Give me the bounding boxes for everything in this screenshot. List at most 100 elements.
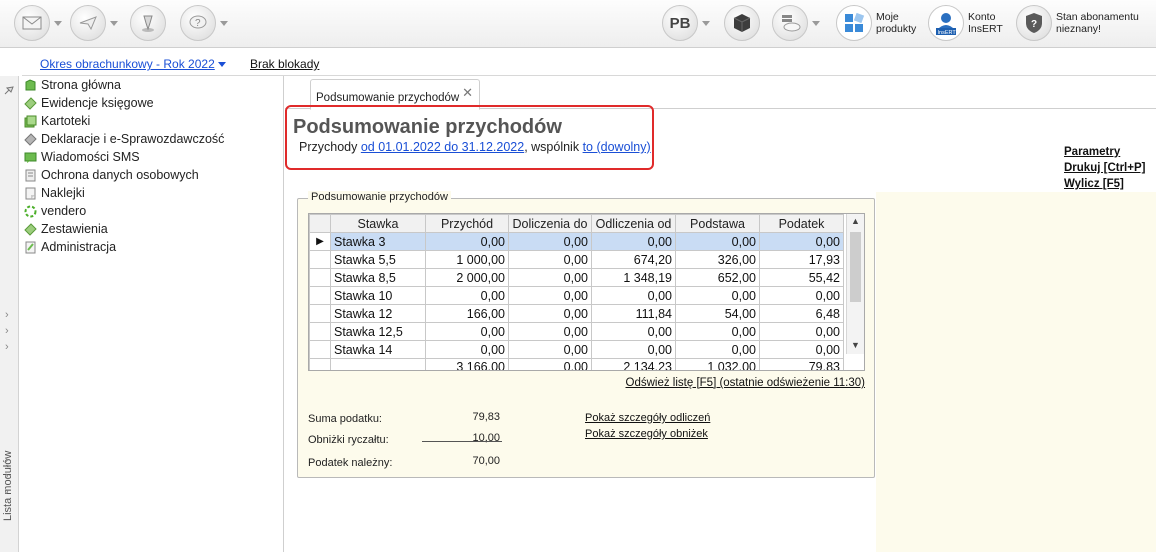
- table-cell[interactable]: 652,00: [675, 268, 760, 287]
- parametry-link[interactable]: Parametry: [1064, 144, 1145, 160]
- table-cell[interactable]: Stawka 10: [330, 286, 426, 305]
- row-indicator[interactable]: [309, 304, 331, 323]
- table-cell[interactable]: 0,00: [508, 250, 592, 269]
- scroll-up-icon[interactable]: ▲: [851, 216, 860, 226]
- date-range-link[interactable]: od 01.01.2022 do 31.12.2022: [361, 140, 524, 154]
- table-cell[interactable]: 55,42: [759, 268, 844, 287]
- nav-item-kartoteki[interactable]: Kartoteki: [24, 112, 90, 130]
- table-cell[interactable]: 0,00: [591, 232, 676, 251]
- table-cell[interactable]: 0,00: [425, 322, 509, 341]
- table-cell[interactable]: 0,00: [759, 232, 844, 251]
- nav-item-ochrona[interactable]: Ochrona danych osobowych: [24, 166, 199, 184]
- table-cell[interactable]: 0,00: [675, 322, 760, 341]
- pin-button[interactable]: [130, 5, 166, 41]
- chevron-right-icon[interactable]: ›: [5, 454, 9, 466]
- table-cell[interactable]: 0,00: [759, 286, 844, 305]
- pin-icon[interactable]: [4, 84, 15, 98]
- table-row[interactable]: Stawka 10 0,00 0,00 0,00 0,00 0,00: [309, 286, 844, 305]
- period-selector[interactable]: Okres obrachunkowy - Rok 2022: [40, 57, 226, 71]
- column-header[interactable]: Stawka: [330, 214, 426, 233]
- summary-grid[interactable]: Stawka Przychód Doliczenia do Odliczenia…: [308, 213, 865, 371]
- column-header[interactable]: Odliczenia od: [591, 214, 676, 233]
- table-cell[interactable]: 6,48: [759, 304, 844, 323]
- table-cell[interactable]: 0,00: [508, 322, 592, 341]
- table-cell[interactable]: 0,00: [508, 340, 592, 359]
- column-header[interactable]: Podstawa: [675, 214, 760, 233]
- table-row[interactable]: Stawka 12 166,00 0,00 111,84 54,00 6,48: [309, 304, 844, 323]
- table-cell[interactable]: 0,00: [759, 340, 844, 359]
- table-cell[interactable]: Stawka 3: [330, 232, 426, 251]
- table-cell[interactable]: 0,00: [508, 304, 592, 323]
- table-cell[interactable]: 0,00: [425, 340, 509, 359]
- refresh-list-link[interactable]: Odśwież listę [F5] (ostatnie odświeżenie…: [626, 377, 865, 389]
- scrollbar-thumb[interactable]: [850, 232, 861, 302]
- table-cell[interactable]: 0,00: [591, 286, 676, 305]
- table-cell[interactable]: 0,00: [591, 322, 676, 341]
- chevron-right-icon[interactable]: ›: [5, 341, 9, 353]
- table-cell[interactable]: 17,93: [759, 250, 844, 269]
- close-icon[interactable]: ✕: [462, 85, 473, 101]
- nav-item-sms[interactable]: Wiadomości SMS: [24, 148, 140, 166]
- table-cell[interactable]: 166,00: [425, 304, 509, 323]
- nav-item-strona-glowna[interactable]: Strona główna: [24, 76, 121, 94]
- table-cell[interactable]: Stawka 12,5: [330, 322, 426, 341]
- row-indicator[interactable]: [309, 340, 331, 359]
- vertical-scrollbar[interactable]: ▲ ▼: [846, 214, 864, 354]
- chevron-right-icon[interactable]: ›: [5, 325, 9, 337]
- table-cell[interactable]: 0,00: [508, 286, 592, 305]
- table-row[interactable]: ▶ Stawka 3 0,00 0,00 0,00 0,00 0,00: [309, 232, 844, 251]
- table-cell[interactable]: 0,00: [675, 286, 760, 305]
- column-header[interactable]: Podatek: [759, 214, 844, 233]
- table-cell[interactable]: 0,00: [675, 232, 760, 251]
- scroll-down-icon[interactable]: ▼: [851, 340, 860, 350]
- konto-insert-button[interactable]: InsERT Konto InsERT: [928, 5, 1003, 41]
- table-cell[interactable]: 0,00: [591, 340, 676, 359]
- row-indicator[interactable]: [309, 322, 331, 341]
- nav-item-deklaracje[interactable]: Deklaracje i e-Sprawozdawczość: [24, 130, 224, 148]
- mail-button[interactable]: [14, 5, 62, 41]
- chevron-right-icon[interactable]: ›: [5, 486, 9, 498]
- table-cell[interactable]: Stawka 8,5: [330, 268, 426, 287]
- table-cell[interactable]: 0,00: [425, 286, 509, 305]
- table-row[interactable]: Stawka 5,5 1 000,00 0,00 674,20 326,00 17,93: [309, 250, 844, 269]
- table-cell[interactable]: 54,00: [675, 304, 760, 323]
- lock-status-link[interactable]: Brak blokady: [250, 57, 319, 71]
- drukuj-link[interactable]: Drukuj [Ctrl+P]: [1064, 160, 1145, 176]
- show-reductions-link[interactable]: Pokaż szczegóły obniżek: [585, 428, 708, 440]
- column-header[interactable]: Doliczenia do: [508, 214, 592, 233]
- box-button[interactable]: [724, 5, 760, 41]
- table-cell[interactable]: 2 000,00: [425, 268, 509, 287]
- table-cell[interactable]: 1 000,00: [425, 250, 509, 269]
- product-logo-button[interactable]: PB: [662, 5, 710, 41]
- nav-item-administracja[interactable]: Administracja: [24, 238, 116, 256]
- table-cell[interactable]: 0,00: [508, 268, 592, 287]
- subscription-status-button[interactable]: ? Stan abonamentu nieznany!: [1016, 5, 1139, 41]
- module-list-strip[interactable]: › › › Lista modułów › › ›: [0, 76, 19, 552]
- table-cell[interactable]: 0,00: [508, 232, 592, 251]
- row-indicator[interactable]: [309, 250, 331, 269]
- chevron-right-icon[interactable]: ›: [5, 470, 9, 482]
- wylicz-link[interactable]: Wylicz [F5]: [1064, 176, 1145, 192]
- table-cell[interactable]: 1 348,19: [591, 268, 676, 287]
- cloud-button[interactable]: [772, 5, 820, 41]
- table-cell[interactable]: 0,00: [759, 322, 844, 341]
- nav-item-zestawienia[interactable]: Zestawienia: [24, 220, 108, 238]
- show-deductions-link[interactable]: Pokaż szczegóły odliczeń: [585, 412, 710, 424]
- partner-link[interactable]: to (dowolny): [583, 140, 651, 154]
- nav-item-naklejki[interactable]: Naklejki: [24, 184, 85, 202]
- chevron-right-icon[interactable]: ›: [5, 309, 9, 321]
- table-cell[interactable]: 0,00: [425, 232, 509, 251]
- table-row[interactable]: Stawka 14 0,00 0,00 0,00 0,00 0,00: [309, 340, 844, 359]
- send-button[interactable]: [70, 5, 118, 41]
- table-cell[interactable]: Stawka 5,5: [330, 250, 426, 269]
- moje-produkty-button[interactable]: Moje produkty: [836, 5, 916, 41]
- column-header[interactable]: Przychód: [425, 214, 509, 233]
- table-cell[interactable]: 326,00: [675, 250, 760, 269]
- row-indicator[interactable]: [309, 286, 331, 305]
- current-row-icon[interactable]: ▶: [309, 232, 331, 251]
- table-row[interactable]: Stawka 8,5 2 000,00 0,00 1 348,19 652,00 55,4…: [309, 268, 844, 287]
- table-row[interactable]: Stawka 12,5 0,00 0,00 0,00 0,00 0,00: [309, 322, 844, 341]
- table-cell[interactable]: 674,20: [591, 250, 676, 269]
- table-cell[interactable]: Stawka 12: [330, 304, 426, 323]
- table-cell[interactable]: Stawka 14: [330, 340, 426, 359]
